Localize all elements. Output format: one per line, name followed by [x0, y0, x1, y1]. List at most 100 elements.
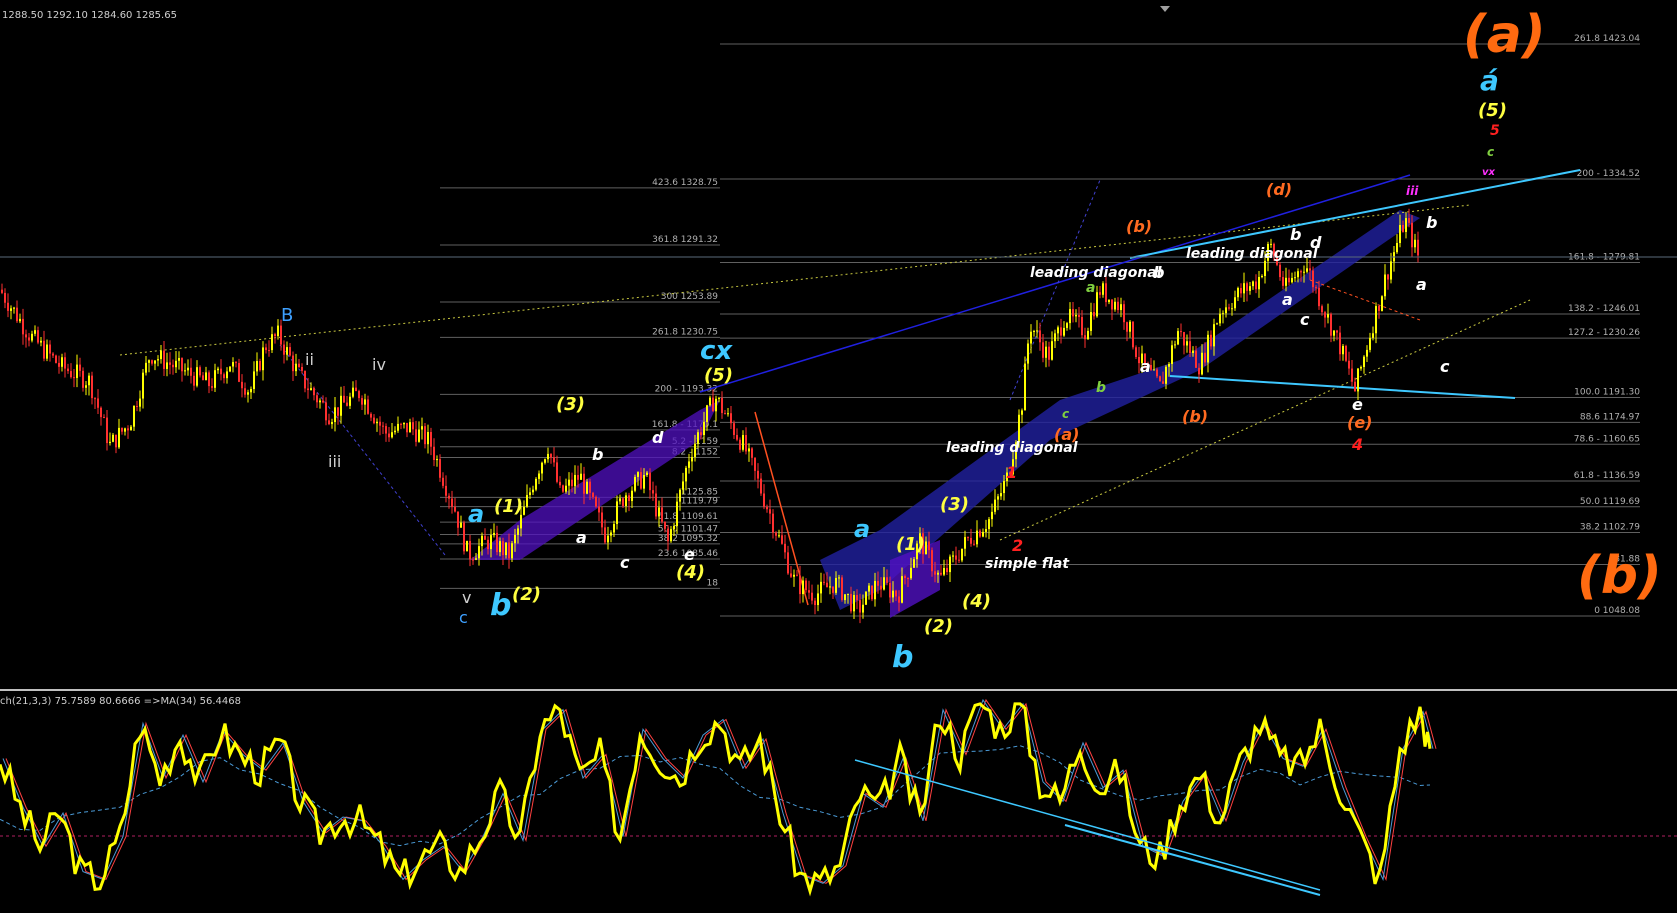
candle-body [622, 498, 624, 507]
candle-body [592, 492, 594, 497]
candle-body [1306, 268, 1308, 272]
candle-body [694, 443, 696, 457]
candle-body [1210, 334, 1212, 347]
candle-body [589, 481, 591, 493]
candle-body [463, 522, 465, 552]
candle-body [691, 456, 693, 462]
candle-body [490, 535, 492, 550]
candle-body [1102, 283, 1104, 295]
candle-body [310, 388, 312, 391]
candle-body [676, 501, 678, 527]
candle-body [1225, 307, 1227, 314]
candle-body [655, 493, 657, 517]
candle-body [112, 434, 114, 442]
candle-body [49, 344, 51, 354]
candle-body [1222, 313, 1224, 315]
candle-body [1123, 304, 1125, 323]
wave-label-b-paren-2: (b) [1182, 407, 1208, 426]
candle-body [1198, 367, 1200, 375]
candle-body [718, 397, 720, 399]
candle-body [1189, 341, 1191, 353]
candle-body [1099, 292, 1101, 295]
candle-body [391, 432, 393, 438]
candle-body [1243, 283, 1245, 294]
candle-body [298, 363, 300, 367]
candle-body [982, 531, 984, 537]
candle-body [313, 388, 315, 396]
wave-label-red-1: 1 [1006, 463, 1017, 482]
candle-body [958, 559, 960, 561]
candle-body [1090, 312, 1092, 331]
candle-body [997, 496, 999, 500]
candle-body [625, 495, 627, 507]
candle-body [1042, 342, 1044, 358]
candle-body [1096, 292, 1098, 317]
candle-body [550, 453, 552, 458]
candle-body [1330, 314, 1332, 336]
candle-body [556, 462, 558, 482]
fib-label-right: 261.8 1423.04 [1574, 34, 1640, 44]
candle-body [130, 426, 132, 431]
candle-body [265, 347, 267, 351]
wave-label-5-top: (5) [1478, 100, 1507, 121]
candle-body [820, 581, 822, 594]
candle-body [502, 541, 504, 556]
candle-body [1069, 309, 1071, 324]
candle-body [1021, 410, 1023, 415]
candle-body [856, 595, 858, 601]
candle-body [61, 357, 63, 367]
candle-body [1165, 366, 1167, 384]
candle-body [1084, 335, 1086, 340]
wave-label-2-a: (2) [512, 584, 541, 605]
candle-body [859, 600, 861, 613]
candle-body [505, 542, 507, 556]
candle-body [82, 370, 84, 388]
candle-body [937, 572, 939, 575]
wave-label-d-white-2: d [1310, 233, 1322, 252]
candle-body [211, 386, 213, 388]
candle-body [157, 359, 159, 361]
candle-body [838, 577, 840, 579]
candle-body [967, 537, 969, 539]
candle-body [1270, 243, 1272, 245]
candle-body [949, 556, 951, 573]
candle-body [262, 347, 264, 371]
candle-body [229, 366, 231, 372]
candle-body [256, 360, 258, 372]
chart-svg: 261.8 1423.04200 - 1334.52161.8 - 1279.8… [0, 0, 1677, 909]
candle-body [1129, 321, 1131, 332]
candle-body [565, 485, 567, 492]
wave-label-c: c [459, 608, 468, 627]
candle-body [1072, 309, 1074, 317]
candle-body [1078, 314, 1080, 318]
candle-body [973, 543, 975, 545]
candle-body [1369, 337, 1371, 350]
candle-body [235, 362, 237, 364]
candle-body [1201, 352, 1203, 375]
wave-label-1-a: (1) [494, 496, 523, 517]
wave-label-e-paren: (e) [1347, 413, 1372, 432]
candle-body [1324, 312, 1326, 318]
candle-body [940, 572, 942, 575]
wave-label-5-a: (5) [704, 365, 733, 386]
candle-body [649, 472, 651, 491]
candle-body [1120, 304, 1122, 311]
fib-label-right: 0 1048.08 [1594, 606, 1640, 616]
candle-body [1348, 360, 1350, 369]
candle-body [841, 577, 843, 601]
candle-body [991, 511, 993, 520]
candle-body [1024, 363, 1026, 411]
candle-body [280, 325, 282, 345]
wave-label-cx: cx [700, 336, 733, 366]
candle-body [1387, 274, 1389, 280]
candle-body [1300, 271, 1302, 273]
candle-body [679, 489, 681, 502]
candle-body [769, 509, 771, 514]
candle-body [52, 353, 54, 356]
candle-body [169, 362, 171, 365]
candle-body [964, 537, 966, 549]
candle-body [70, 371, 72, 378]
candle-body [628, 495, 630, 502]
candle-body [379, 421, 381, 426]
wave-label-a-white-3: a [1282, 290, 1293, 309]
